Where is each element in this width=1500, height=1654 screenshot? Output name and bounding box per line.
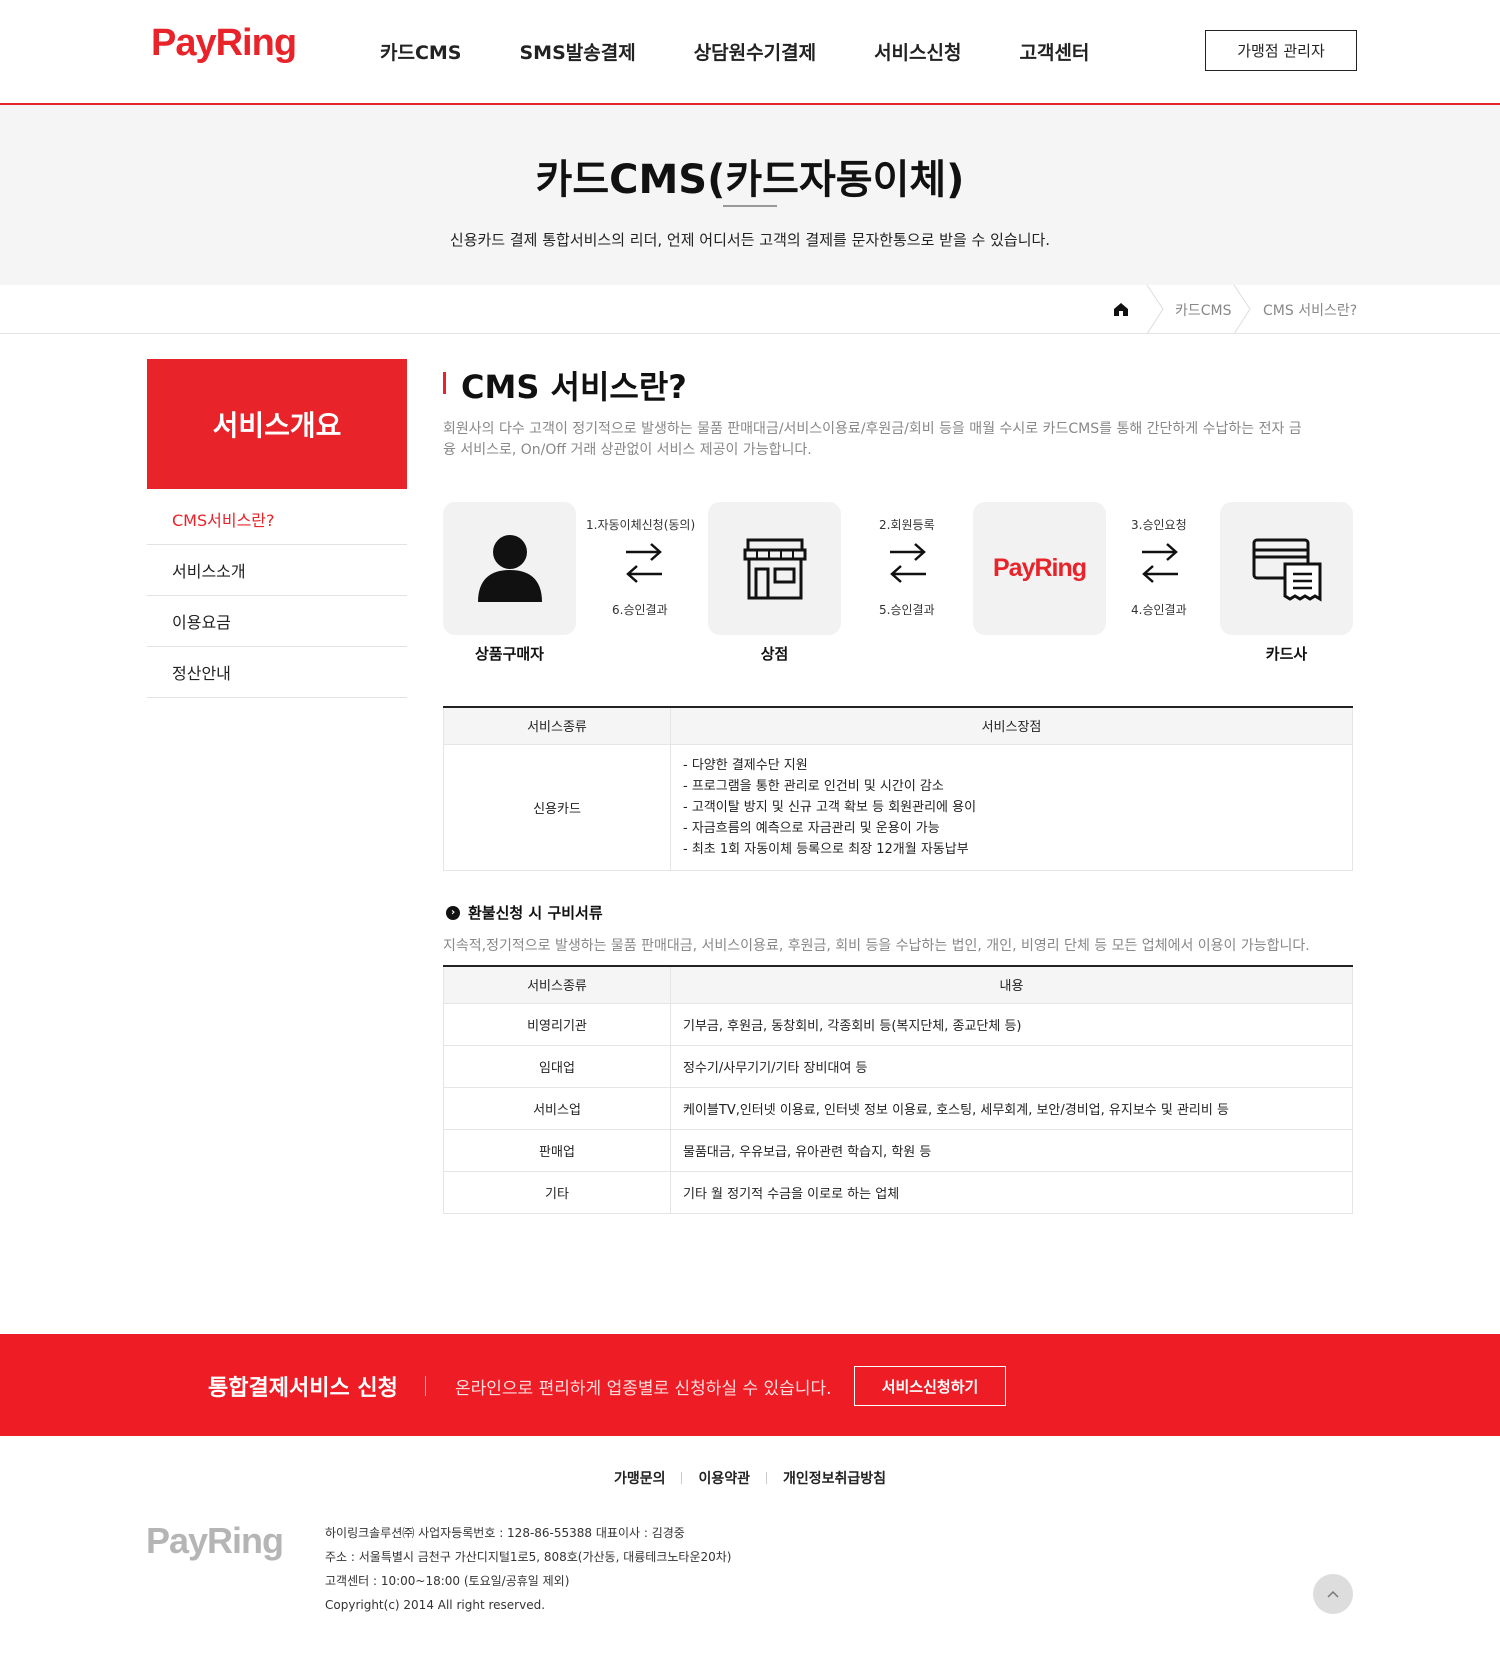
payring-box: PayRing (973, 502, 1106, 635)
store-icon (743, 538, 806, 599)
sidebar-item-service-intro[interactable]: 서비스소개 (147, 545, 407, 596)
nav-agent-payment[interactable]: 상담원수기결제 (694, 38, 816, 65)
main-nav: 카드CMS SMS발송결제 상담원수기결제 서비스신청 고객센터 (380, 38, 1147, 65)
sidebar-item-pricing[interactable]: 이용요금 (147, 596, 407, 647)
buyer-label: 상품구매자 (474, 645, 544, 663)
advantage-item: - 다양한 결제수단 지원 (683, 757, 808, 773)
footer-link-merchant-inquiry[interactable]: 가맹문의 (614, 1468, 666, 1488)
table-row: 판매업 물품대금, 우유보급, 유아관련 학습지, 학원 등 (443, 1128, 1353, 1172)
service-kind-cell: 서비스업 (443, 1086, 671, 1130)
footer-link-divider (766, 1472, 767, 1484)
breadcrumb: 카드CMS CMS 서비스란? (0, 285, 1500, 334)
footer-info-line: 주소 : 서울특별시 금천구 가산디지털1로5, 808호(가산동, 대륭테크노… (325, 1550, 732, 1564)
table-row: 임대업 정수기/사무기기/기타 장비대여 등 (443, 1044, 1353, 1088)
advantage-item: - 고객이탈 방지 및 신규 고객 확보 등 회원관리에 용이 (683, 799, 977, 815)
merchant-admin-button[interactable]: 가맹점 관리자 (1205, 30, 1357, 71)
sidebar-item-settlement[interactable]: 정산안내 (147, 647, 407, 698)
sidebar-item-cms-service[interactable]: CMS서비스란? (147, 494, 407, 545)
page-title: 카드CMS(카드자동이체) (535, 157, 965, 203)
card-company-box (1220, 502, 1353, 635)
service-detail-cell: 물품대금, 우유보급, 유아관련 학습지, 학원 등 (670, 1128, 1353, 1172)
flow-step-3: 3.승인요청 (1131, 518, 1187, 532)
footer-info-line: Copyright(c) 2014 All right reserved. (325, 1598, 546, 1612)
sidebar-menu: CMS서비스란? 서비스소개 이용요금 정산안내 (147, 494, 407, 698)
table-row: 기타 기타 월 정기적 수금을 이로로 하는 업체 (443, 1170, 1353, 1214)
table-header: 서비스종류 (443, 966, 671, 1004)
sidebar-title: 서비스개요 (147, 359, 407, 489)
footer-logo: PayRing (146, 1520, 284, 1561)
exchange-arrows-icon (890, 543, 926, 583)
service-detail-cell: 케이블TV,인터넷 이용료, 인터넷 정보 이용료, 호스팅, 세무회계, 보안… (670, 1086, 1353, 1130)
service-kind-cell: 비영리기관 (443, 1002, 671, 1046)
advantage-item: - 프로그램을 통한 관리로 인건비 및 시간이 감소 (683, 778, 944, 794)
section-marker (443, 372, 446, 394)
footer-info-line: 하이링크솔루션㈜ 사업자등록번호 : 128-86-55388 대표이사 : 김… (325, 1526, 685, 1540)
service-kind-cell: 임대업 (443, 1044, 671, 1088)
chevron-right-circle-icon: › (446, 905, 460, 920)
buyer-box (443, 502, 576, 635)
service-advantage-table: 서비스종류 서비스장점 신용카드 - 다양한 결제수단 지원 - 프로그램을 통… (443, 706, 1353, 871)
nav-service-apply[interactable]: 서비스신청 (874, 38, 961, 65)
footer-company-info: 하이링크솔루션㈜ 사업자등록번호 : 128-86-55388 대표이사 : 김… (325, 1521, 732, 1617)
footer-link-terms[interactable]: 이용약관 (698, 1468, 750, 1488)
table-row: 비영리기관 기부금, 후원금, 동창회비, 각종회비 등(복지단체, 종교단체 … (443, 1002, 1353, 1046)
flow-step-6: 6.승인결과 (612, 603, 668, 617)
page-description: 신용카드 결제 통합서비스의 리더, 언제 어디서든 고객의 결제를 문자한통으… (449, 231, 1051, 249)
flow-step-1: 1.자동이체신청(동의) (586, 518, 696, 532)
flow-step-5: 5.승인결과 (879, 603, 935, 617)
breadcrumb-current[interactable]: CMS 서비스란? (1263, 300, 1357, 320)
breadcrumb-separator-icon (1233, 285, 1251, 334)
service-detail-cell: 기부금, 후원금, 동창회비, 각종회비 등(복지단체, 종교단체 등) (670, 1002, 1353, 1046)
footer-link-privacy[interactable]: 개인정보취급방침 (783, 1468, 886, 1488)
card-receipt-icon (1252, 538, 1321, 602)
flow-step-4: 4.승인결과 (1131, 603, 1187, 617)
service-type-table: 서비스종류 내용 비영리기관 기부금, 후원금, 동창회비, 각종회비 등(복지… (443, 965, 1353, 1214)
payring-mini-logo: PayRing (992, 554, 1087, 582)
section-description: 회원사의 다수 고객이 정기적으로 발생하는 물품 판매대금/서비스이용료/후원… (443, 421, 1302, 458)
service-advantages-cell: - 다양한 결제수단 지원 - 프로그램을 통한 관리로 인건비 및 시간이 감… (670, 743, 1353, 871)
advantage-item: - 자금흐름의 예측으로 자금관리 및 운용이 가능 (683, 820, 940, 836)
refund-section-title: › 환불신청 시 구비서류 (446, 902, 603, 923)
payring-logo[interactable]: PayRing (151, 22, 297, 65)
nav-customer-center[interactable]: 고객센터 (1019, 38, 1089, 65)
site-header: PayRing 카드CMS SMS발송결제 상담원수기결제 서비스신청 고객센터… (0, 0, 1500, 105)
footer-links: 가맹문의 이용약관 개인정보취급방침 (0, 1468, 1500, 1488)
nav-sms-payment[interactable]: SMS발송결제 (520, 38, 636, 65)
service-kind-cell: 판매업 (443, 1128, 671, 1172)
band-description: 온라인으로 편리하게 업종별로 신청하실 수 있습니다. (455, 1379, 832, 1399)
page-banner: 카드CMS(카드자동이체) 신용카드 결제 통합서비스의 리더, 언제 어디서든… (0, 105, 1500, 285)
band-title: 통합결제서비스 신청 (208, 1376, 398, 1401)
service-detail-cell: 기타 월 정기적 수금을 이로로 하는 업체 (670, 1170, 1353, 1214)
band-divider (425, 1376, 426, 1396)
footer-info-line: 고객센터 : 10:00~18:00 (토요일/공휴일 제외) (325, 1574, 570, 1588)
table-header: 서비스종류 (443, 707, 671, 745)
chevron-up-icon (1327, 1590, 1339, 1598)
title-divider (723, 205, 777, 207)
refund-description: 지속적,정기적으로 발생하는 물품 판매대금, 서비스이용료, 후원금, 회비 … (443, 938, 1310, 954)
breadcrumb-card-cms[interactable]: 카드CMS (1175, 300, 1232, 320)
service-detail-cell: 정수기/사무기기/기타 장비대여 등 (670, 1044, 1353, 1088)
exchange-arrows-icon (1142, 543, 1178, 583)
breadcrumb-separator-icon (1146, 285, 1164, 334)
nav-card-cms[interactable]: 카드CMS (380, 38, 462, 65)
advantage-item: - 최초 1회 자동이체 등록으로 최장 12개월 자동납부 (683, 841, 969, 857)
exchange-arrows-icon (626, 543, 662, 583)
section-title: CMS 서비스란? (461, 368, 687, 406)
card-company-label: 카드사 (1265, 645, 1308, 663)
table-row: 서비스업 케이블TV,인터넷 이용료, 인터넷 정보 이용료, 호스팅, 세무회… (443, 1086, 1353, 1130)
table-header: 서비스장점 (670, 707, 1353, 745)
table-header: 내용 (670, 966, 1353, 1004)
service-kind-cell: 신용카드 (443, 743, 671, 871)
footer-link-divider (681, 1472, 683, 1484)
apply-service-button[interactable]: 서비스신청하기 (854, 1366, 1006, 1406)
flow-step-2: 2.회원등록 (879, 518, 935, 532)
service-apply-band: 통합결제서비스 신청 온라인으로 편리하게 업종별로 신청하실 수 있습니다. … (0, 1334, 1500, 1436)
store-label: 상점 (760, 645, 789, 663)
refund-title-text: 환불신청 시 구비서류 (468, 904, 603, 922)
store-box (708, 502, 841, 635)
person-icon (477, 534, 542, 602)
home-icon[interactable] (1112, 300, 1130, 318)
service-kind-cell: 기타 (443, 1170, 671, 1214)
scroll-top-button[interactable] (1313, 1574, 1353, 1614)
